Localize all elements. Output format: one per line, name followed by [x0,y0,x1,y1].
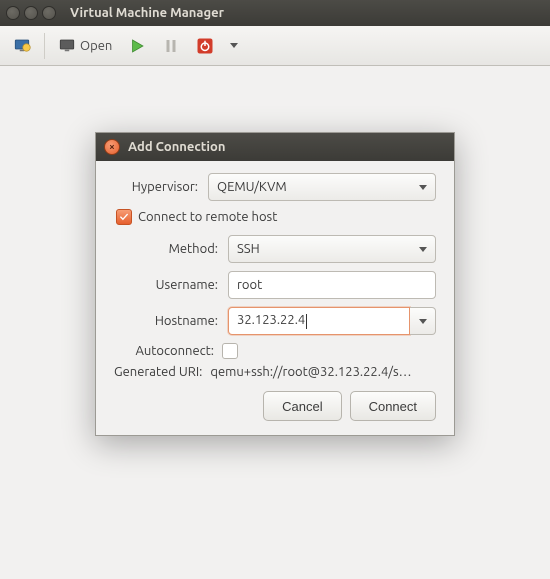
chevron-down-icon [419,319,427,324]
chevron-down-icon [419,247,427,252]
shutdown-menu-button[interactable] [223,30,245,62]
add-connection-dialog: × Add Connection Hypervisor: QEMU/KVM ✓ … [95,132,455,436]
shutdown-button[interactable] [189,30,221,62]
pause-button[interactable] [155,30,187,62]
close-window-icon[interactable] [6,6,20,20]
hostname-value: 32.123.22.4 [237,313,307,328]
username-input[interactable]: root [228,271,436,299]
chevron-down-icon [230,43,238,48]
new-vm-button[interactable] [6,30,38,62]
hypervisor-label: Hypervisor: [114,180,198,194]
method-label: Method: [140,242,218,256]
dialog-titlebar: × Add Connection [96,133,454,161]
method-value: SSH [237,242,260,256]
autoconnect-label: Autoconnect: [114,344,214,358]
connect-button[interactable]: Connect [350,391,436,421]
pause-icon [162,37,180,55]
hostname-input[interactable]: 32.123.22.4 [228,307,410,335]
close-icon: × [109,142,115,152]
dialog-close-button[interactable]: × [104,139,120,155]
hostname-dropdown-button[interactable] [410,307,436,335]
open-button[interactable]: Open [51,30,119,62]
minimize-window-icon[interactable] [24,6,38,20]
chevron-down-icon [419,185,427,190]
method-select[interactable]: SSH [228,235,436,263]
cancel-button[interactable]: Cancel [263,391,341,421]
username-label: Username: [140,278,218,292]
remote-host-label: Connect to remote host [138,210,277,224]
window-controls [6,6,56,20]
toolbar-separator [44,33,45,59]
generated-uri-value: qemu+ssh://root@32.123.22.4/s… [210,365,436,379]
username-value: root [237,278,262,292]
autoconnect-checkbox[interactable] [222,343,238,359]
run-button[interactable] [121,30,153,62]
hypervisor-value: QEMU/KVM [217,180,287,194]
monitor-new-icon [13,37,31,55]
dialog-title: Add Connection [128,140,225,154]
hostname-label: Hostname: [140,314,218,328]
maximize-window-icon[interactable] [42,6,56,20]
play-icon [128,37,146,55]
power-icon [196,37,214,55]
generated-uri-label: Generated URI: [114,365,202,379]
monitor-icon [58,37,76,55]
toolbar: Open [0,26,550,66]
main-window-title: Virtual Machine Manager [70,6,224,20]
hypervisor-select[interactable]: QEMU/KVM [208,173,436,201]
remote-host-checkbox[interactable]: ✓ [116,209,132,225]
main-titlebar: Virtual Machine Manager [0,0,550,26]
open-button-label: Open [80,39,112,53]
